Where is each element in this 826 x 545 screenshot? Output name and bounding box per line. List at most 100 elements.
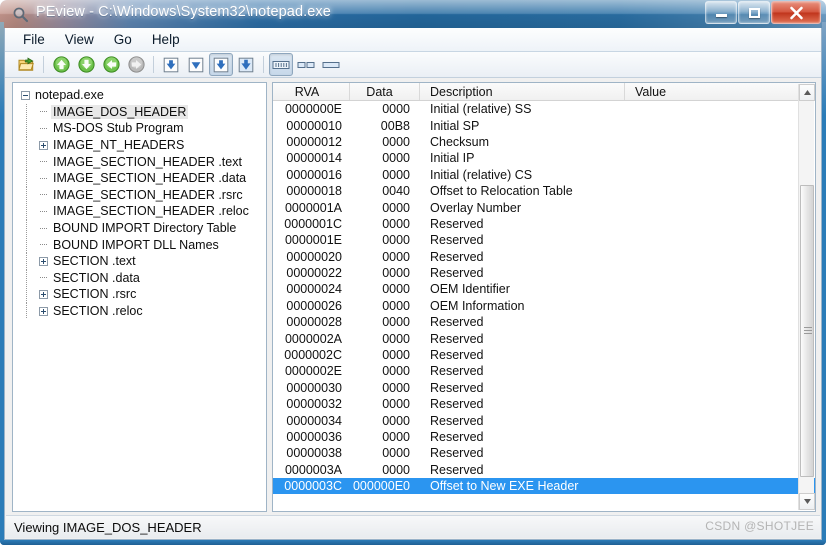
cell-description: Reserved bbox=[430, 413, 484, 428]
tree-item[interactable]: SECTION .rsrc bbox=[17, 286, 266, 303]
table-row[interactable]: 00000034 0000 Reserved bbox=[273, 412, 815, 428]
view-structure-button[interactable] bbox=[209, 53, 233, 76]
tree-item[interactable]: BOUND IMPORT Directory Table bbox=[17, 219, 266, 237]
cell-description: Offset to New EXE Header bbox=[430, 479, 579, 494]
vertical-scrollbar[interactable] bbox=[798, 84, 815, 510]
menu-view[interactable]: View bbox=[55, 30, 104, 49]
layout-columns-button[interactable] bbox=[269, 53, 293, 76]
layout-split-button[interactable] bbox=[294, 53, 318, 76]
cell-description: Reserved bbox=[430, 266, 484, 281]
details-list-panel[interactable]: RVA Data Description Value 0000000E 0000 I… bbox=[272, 82, 816, 512]
table-row[interactable]: 00000022 0000 Reserved bbox=[273, 265, 815, 281]
cell-description: Initial (relative) CS bbox=[430, 167, 533, 182]
go-forward-button[interactable] bbox=[124, 53, 148, 76]
tree-item[interactable]: IMAGE_NT_HEADERS bbox=[17, 136, 266, 154]
open-file-button[interactable] bbox=[14, 53, 38, 76]
minimize-button[interactable] bbox=[705, 1, 737, 24]
expand-icon[interactable] bbox=[39, 306, 48, 316]
layout-single-button[interactable] bbox=[319, 53, 343, 76]
go-back-button[interactable] bbox=[99, 53, 123, 76]
expand-icon[interactable] bbox=[39, 289, 48, 299]
menu-help[interactable]: Help bbox=[142, 30, 190, 49]
table-row[interactable]: 00000028 0000 Reserved bbox=[273, 314, 815, 330]
view-hex-button[interactable] bbox=[159, 53, 183, 76]
table-row[interactable]: 00000016 0000 Initial (relative) CS bbox=[273, 167, 815, 183]
tree-item[interactable]: IMAGE_SECTION_HEADER .data bbox=[17, 169, 266, 187]
structure-tree-panel[interactable]: notepad.exe IMAGE_DOS_HEADER MS-DOS Stub … bbox=[12, 82, 267, 512]
cell-data: 0000 bbox=[382, 348, 410, 363]
tree-item[interactable]: IMAGE_SECTION_HEADER .text bbox=[17, 153, 266, 170]
cell-data: 0000 bbox=[382, 446, 410, 461]
tree-connector bbox=[26, 153, 27, 170]
table-row[interactable]: 00000014 0000 Initial IP bbox=[273, 150, 815, 166]
title-bar[interactable]: PEview - C:\Windows\System32\notepad.exe bbox=[0, 0, 826, 28]
tree-connector bbox=[26, 169, 27, 187]
column-header-description[interactable]: Description bbox=[420, 83, 625, 100]
tree-item[interactable]: BOUND IMPORT DLL Names bbox=[17, 236, 266, 253]
table-row[interactable]: 0000002A 0000 Reserved bbox=[273, 330, 815, 346]
arrow-up-icon bbox=[52, 56, 70, 73]
tree-item-label: SECTION .data bbox=[53, 270, 140, 285]
collapse-icon[interactable] bbox=[21, 90, 30, 100]
blue-boxed-arrow-icon bbox=[213, 57, 229, 73]
view-detail-button[interactable] bbox=[234, 53, 258, 76]
maximize-button[interactable] bbox=[738, 1, 770, 24]
cell-data: 0000 bbox=[382, 200, 410, 215]
cell-description: Reserved bbox=[430, 397, 484, 412]
table-row[interactable]: 00000018 0040 Offset to Relocation Table bbox=[273, 183, 815, 199]
table-row[interactable]: 00000012 0000 Checksum bbox=[273, 134, 815, 150]
go-up-button[interactable] bbox=[49, 53, 73, 76]
tree-item[interactable]: SECTION .data bbox=[17, 269, 266, 287]
table-row[interactable]: 00000030 0000 Reserved bbox=[273, 380, 815, 396]
table-row[interactable]: 0000003A 0000 Reserved bbox=[273, 462, 815, 478]
tree-item[interactable]: IMAGE_SECTION_HEADER .rsrc bbox=[17, 186, 266, 204]
go-down-button[interactable] bbox=[74, 53, 98, 76]
cell-data: 0000 bbox=[382, 134, 410, 149]
menu-file[interactable]: File bbox=[13, 30, 55, 49]
cell-description: Reserved bbox=[430, 380, 484, 395]
table-row[interactable]: 00000026 0000 OEM Information bbox=[273, 298, 815, 314]
column-header-rva[interactable]: RVA bbox=[273, 83, 350, 100]
structure-tree: notepad.exe IMAGE_DOS_HEADER MS-DOS Stub … bbox=[13, 83, 266, 320]
table-row[interactable]: 00000038 0000 Reserved bbox=[273, 445, 815, 461]
tree-root-notepad-exe[interactable]: notepad.exe bbox=[17, 87, 266, 104]
table-row[interactable]: 00000036 0000 Reserved bbox=[273, 429, 815, 445]
table-row[interactable]: 0000002E 0000 Reserved bbox=[273, 363, 815, 379]
menu-go[interactable]: Go bbox=[104, 30, 142, 49]
table-row[interactable]: 00000024 0000 OEM Identifier bbox=[273, 281, 815, 297]
table-row[interactable]: 00000020 0000 Reserved bbox=[273, 249, 815, 265]
scroll-up-arrow[interactable] bbox=[799, 84, 815, 101]
cell-rva: 0000000E bbox=[284, 102, 342, 117]
toolbar-separator bbox=[43, 56, 44, 73]
close-icon bbox=[772, 2, 820, 23]
tree-item[interactable]: IMAGE_SECTION_HEADER .reloc bbox=[17, 203, 266, 220]
column-header-value[interactable]: Value bbox=[625, 83, 795, 100]
cell-data: 0000 bbox=[382, 216, 410, 231]
cell-data: 0000 bbox=[382, 331, 410, 346]
cell-data: 0000 bbox=[382, 462, 410, 477]
table-row[interactable]: 0000001C 0000 Reserved bbox=[273, 216, 815, 232]
table-row[interactable]: 00000010 00B8 Initial SP bbox=[273, 117, 815, 133]
cell-data: 0040 bbox=[382, 184, 410, 199]
column-header-data[interactable]: Data bbox=[350, 83, 420, 100]
table-row[interactable]: 0000003C 000000E0 Offset to New EXE Header bbox=[273, 477, 815, 495]
scroll-down-arrow[interactable] bbox=[799, 493, 815, 510]
table-row[interactable]: 0000002C 0000 Reserved bbox=[273, 347, 815, 363]
cell-data: 0000 bbox=[382, 102, 410, 117]
table-row[interactable]: 0000000E 0000 Initial (relative) SS bbox=[273, 101, 815, 117]
table-row[interactable]: 0000001E 0000 Reserved bbox=[273, 232, 815, 248]
table-row[interactable]: 0000001A 0000 Overlay Number bbox=[273, 199, 815, 215]
view-text-button[interactable] bbox=[184, 53, 208, 76]
table-row[interactable]: 00000032 0000 Reserved bbox=[273, 396, 815, 412]
expand-icon[interactable] bbox=[39, 140, 48, 150]
expand-icon[interactable] bbox=[39, 256, 48, 266]
tree-item[interactable]: IMAGE_DOS_HEADER bbox=[17, 103, 266, 121]
minimize-icon bbox=[715, 13, 727, 17]
vertical-scroll-thumb[interactable] bbox=[800, 185, 814, 477]
tree-item[interactable]: SECTION .text bbox=[17, 252, 266, 270]
tree-item[interactable]: MS-DOS Stub Program bbox=[17, 120, 266, 137]
cell-rva: 00000020 bbox=[286, 249, 342, 264]
tree-connector bbox=[26, 186, 27, 204]
tree-item[interactable]: SECTION .reloc bbox=[17, 302, 266, 320]
close-button[interactable] bbox=[771, 1, 821, 24]
